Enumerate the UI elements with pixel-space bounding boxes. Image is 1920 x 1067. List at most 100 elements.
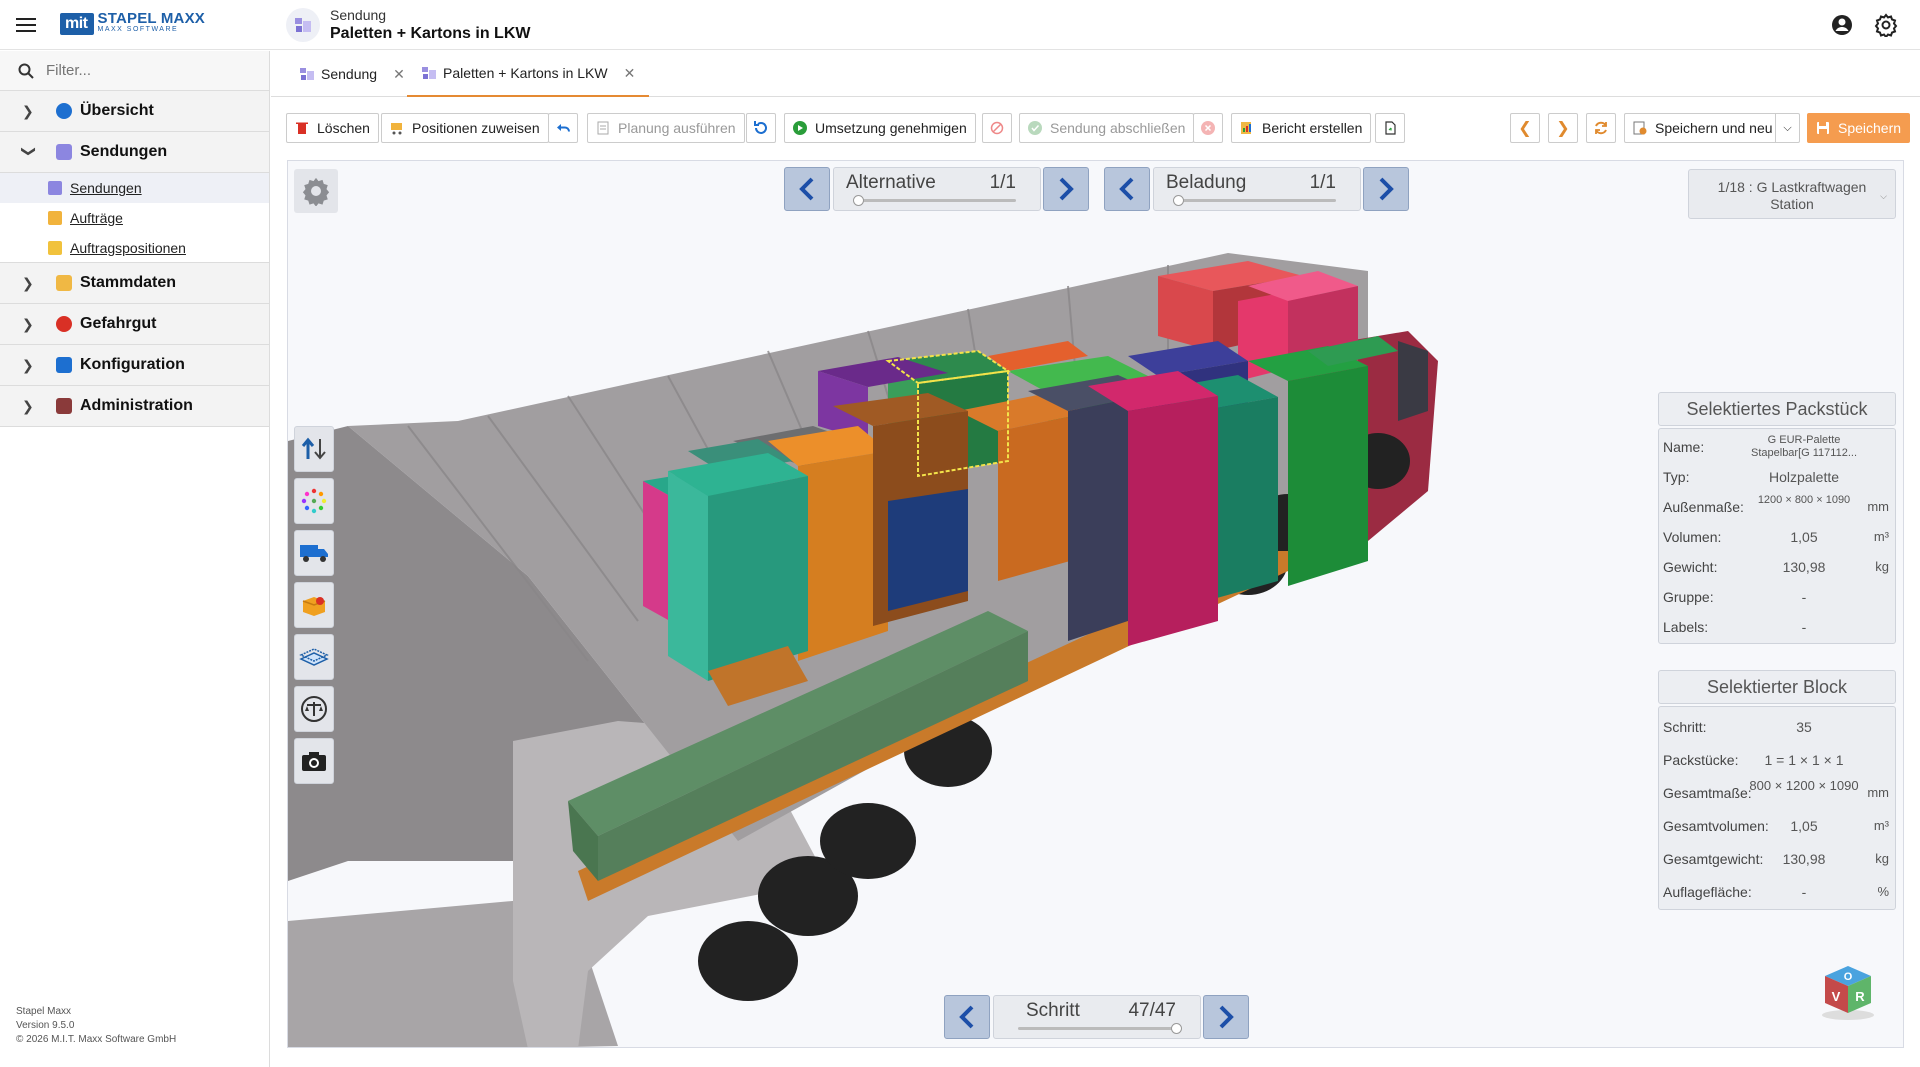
- cube-top-label: O: [1844, 971, 1853, 983]
- row-unit: kg: [1875, 559, 1889, 574]
- step-next-button[interactable]: [1203, 995, 1249, 1039]
- export-document-button[interactable]: [1375, 113, 1405, 143]
- footer-copyright: © 2026 M.I.T. Maxx Software GmbH: [16, 1034, 177, 1045]
- complete-shipment-button[interactable]: Sendung abschließen: [1019, 113, 1195, 143]
- assign-positions-button[interactable]: Positionen zuweisen: [381, 113, 549, 143]
- loading-next-button[interactable]: [1363, 167, 1409, 211]
- row-key: Gesamtmaße:: [1663, 785, 1752, 801]
- run-planning-button[interactable]: Planung ausführen: [587, 113, 745, 143]
- row-key: Schritt:: [1663, 719, 1707, 735]
- sort-order-tool[interactable]: [294, 426, 334, 472]
- package-row-volume: Volumen: 1,05 m³: [1659, 521, 1895, 551]
- shipment-icon: [48, 181, 62, 195]
- sidebar-item-sendungen[interactable]: ❯ Sendungen: [0, 132, 269, 173]
- tab-sendung[interactable]: Sendung ✕: [285, 51, 419, 97]
- up-down-arrows-icon: [301, 437, 326, 460]
- alternative-next-button[interactable]: [1043, 167, 1089, 211]
- admin-icon: [56, 398, 72, 414]
- refresh-button[interactable]: [1586, 113, 1616, 143]
- view-orientation-cube[interactable]: O V R: [1818, 961, 1878, 1021]
- planning-icon: [597, 121, 609, 135]
- row-key: Außenmaße:: [1663, 499, 1744, 515]
- reset-button[interactable]: [746, 113, 776, 143]
- row-value: -: [1801, 589, 1807, 605]
- tab-paletten-kartons[interactable]: Paletten + Kartons in LKW ✕: [407, 51, 650, 97]
- sidebar-item-label: Administration: [80, 397, 193, 414]
- cube-left-label: V: [1832, 989, 1841, 1004]
- settings-gear-icon[interactable]: [1874, 13, 1898, 39]
- step-stepper[interactable]: Schritt 47/47: [993, 995, 1201, 1039]
- step-slider-track[interactable]: [1018, 1027, 1176, 1030]
- cube-right-label: R: [1855, 989, 1865, 1004]
- sidebar-item-stammdaten[interactable]: ❯ Stammdaten: [0, 263, 269, 304]
- chevron-right-icon: [1379, 177, 1394, 201]
- layers-tool[interactable]: [294, 634, 334, 680]
- app-logo[interactable]: mit STAPEL MAXX MAXX SOFTWARE: [60, 11, 205, 36]
- row-value: G EUR-Palette Stapelbar[G 117112...: [1751, 434, 1857, 459]
- selected-block-panel: Selektierter Block Schritt: 35 Packstück…: [1658, 670, 1896, 910]
- cancel-complete-button[interactable]: [1193, 113, 1223, 143]
- sidebar-item-konfiguration[interactable]: ❯ Konfiguration: [0, 345, 269, 386]
- row-key: Typ:: [1663, 469, 1690, 485]
- loading-slider-knob[interactable]: [1173, 195, 1184, 206]
- breadcrumb-parent[interactable]: Sendung: [330, 7, 386, 23]
- save-and-new-button[interactable]: Speichern und neu ⌵: [1624, 113, 1800, 143]
- step-slider-knob[interactable]: [1171, 1023, 1182, 1034]
- sidebar-item-label: Konfiguration: [80, 356, 185, 373]
- row-value: 35: [1796, 719, 1812, 735]
- loading-prev-button[interactable]: [1104, 167, 1150, 211]
- filter-input[interactable]: [46, 62, 246, 79]
- weight-balance-tool[interactable]: [294, 686, 334, 732]
- package-icon: [302, 597, 326, 616]
- station-select[interactable]: 1/18 : G Lastkraftwagen Station ⌵: [1688, 169, 1896, 219]
- sidebar-subitem-auftraege[interactable]: Aufträge: [0, 203, 269, 233]
- chevron-down-icon: ❯: [21, 145, 38, 157]
- sidebar-item-label: Übersicht: [80, 102, 154, 119]
- loading-3d-viewer[interactable]: Alternative 1/1 Beladung 1/1 1/18 : G La…: [287, 160, 1904, 1048]
- alternative-stepper[interactable]: Alternative 1/1: [833, 167, 1041, 211]
- approve-implementation-button[interactable]: Umsetzung genehmigen: [784, 113, 976, 143]
- sidebar-subitem-label: Auftragspositionen: [70, 239, 186, 256]
- screenshot-tool[interactable]: [294, 738, 334, 784]
- create-report-button[interactable]: Bericht erstellen: [1231, 113, 1372, 143]
- alternative-prev-button[interactable]: [784, 167, 830, 211]
- cancel-approval-button[interactable]: [982, 113, 1012, 143]
- document-export-icon: [1385, 121, 1396, 135]
- row-value: 1 = 1 × 1 × 1: [1764, 752, 1844, 768]
- undo-button[interactable]: [548, 113, 578, 143]
- alternative-label: Alternative: [846, 172, 936, 193]
- sidebar-subitem-auftragspositionen[interactable]: Auftragspositionen: [0, 233, 269, 263]
- selected-package-panel: Selektiertes Packstück Name: G EUR-Palet…: [1658, 392, 1896, 644]
- close-icon[interactable]: ✕: [393, 66, 405, 83]
- close-circle-icon: [1201, 121, 1215, 135]
- alternative-slider-knob[interactable]: [853, 195, 864, 206]
- close-icon[interactable]: ✕: [624, 65, 636, 82]
- order-icon: [48, 211, 62, 225]
- block-row-dimensions: Gesamtmaße: 800 × 1200 × 1090 mm: [1659, 775, 1895, 808]
- show-truck-tool[interactable]: [294, 530, 334, 576]
- sidebar-item-administration[interactable]: ❯ Administration: [0, 386, 269, 427]
- dropdown-chevron-icon[interactable]: ⌵: [1775, 114, 1799, 142]
- previous-button[interactable]: ❮: [1510, 113, 1540, 143]
- step-prev-button[interactable]: [944, 995, 990, 1039]
- viewer-settings-button[interactable]: [294, 169, 338, 213]
- sidebar-item-uebersicht[interactable]: ❯ Übersicht: [0, 91, 269, 132]
- alternative-slider-track[interactable]: [858, 199, 1016, 202]
- package-row-weight: Gewicht: 130,98 kg: [1659, 551, 1895, 581]
- delete-button[interactable]: Löschen: [286, 113, 379, 143]
- loading-stepper[interactable]: Beladung 1/1: [1153, 167, 1361, 211]
- hazard-icon: [56, 316, 72, 332]
- next-button[interactable]: ❯: [1548, 113, 1578, 143]
- sidebar-subitem-sendungen[interactable]: Sendungen: [0, 173, 269, 203]
- loading-slider-track[interactable]: [1178, 199, 1336, 202]
- sidebar-item-gefahrgut[interactable]: ❯ Gefahrgut: [0, 304, 269, 345]
- color-mode-tool[interactable]: [294, 478, 334, 524]
- save-button[interactable]: Speichern: [1807, 113, 1911, 143]
- block-row-packages: Packstücke: 1 = 1 × 1 × 1: [1659, 742, 1895, 775]
- package-tool[interactable]: [294, 582, 334, 628]
- package-row-type: Typ: Holzpalette: [1659, 461, 1895, 491]
- user-account-icon[interactable]: [1830, 13, 1854, 37]
- row-value: -: [1801, 884, 1807, 900]
- cart-icon: [391, 123, 402, 135]
- hamburger-menu-icon[interactable]: [14, 14, 38, 34]
